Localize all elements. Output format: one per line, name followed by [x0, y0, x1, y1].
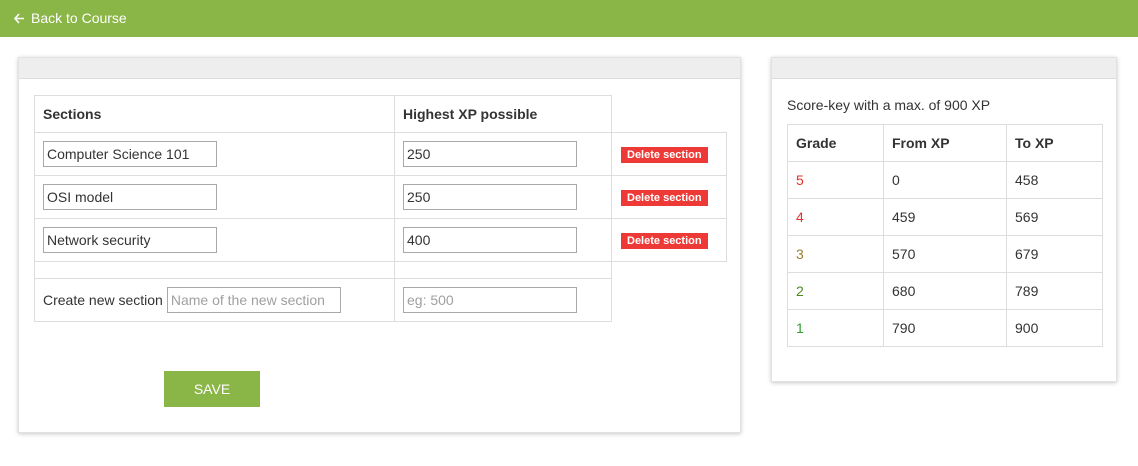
from-xp-cell: 680 — [883, 272, 1007, 310]
table-header-row: Sections Highest XP possible — [34, 95, 727, 133]
table-row: Delete section — [34, 218, 727, 262]
create-section-row: Create new section — [34, 278, 727, 322]
table-row: 5 0 458 — [787, 161, 1103, 199]
table-row: 4 459 569 — [787, 198, 1103, 236]
grade-column-header: Grade — [787, 124, 884, 162]
delete-section-button[interactable]: Delete section — [621, 147, 708, 163]
to-xp-cell: 458 — [1006, 161, 1103, 199]
new-section-name-input[interactable] — [166, 287, 341, 313]
table-row: 2 680 789 — [787, 272, 1103, 310]
to-xp-cell: 900 — [1006, 309, 1103, 347]
back-link-label: Back to Course — [31, 10, 127, 26]
table-row: 3 570 679 — [787, 235, 1103, 273]
from-xp-cell: 0 — [883, 161, 1007, 199]
create-section-label: Create new section — [43, 292, 163, 308]
score-key-table: Grade From XP To XP 5 0 458 4 459 569 3 … — [787, 124, 1103, 347]
to-xp-column-header: To XP — [1006, 124, 1103, 162]
spacer-row — [34, 261, 727, 279]
to-xp-cell: 789 — [1006, 272, 1103, 310]
save-button[interactable]: SAVE — [164, 371, 260, 407]
section-xp-input[interactable] — [403, 184, 577, 210]
delete-section-button[interactable]: Delete section — [621, 190, 708, 206]
top-bar: Back to Course — [0, 0, 1138, 37]
arrow-left-icon — [14, 12, 24, 24]
from-xp-cell: 570 — [883, 235, 1007, 273]
to-xp-cell: 679 — [1006, 235, 1103, 273]
section-xp-input[interactable] — [403, 141, 577, 167]
sections-column-header: Sections — [34, 95, 395, 133]
table-header-row: Grade From XP To XP — [787, 124, 1103, 162]
sections-card-header — [19, 58, 740, 79]
to-xp-cell: 569 — [1006, 198, 1103, 236]
xp-column-header: Highest XP possible — [394, 95, 612, 133]
back-to-course-link[interactable]: Back to Course — [14, 10, 127, 26]
table-row: Delete section — [34, 132, 727, 176]
section-xp-input[interactable] — [403, 227, 577, 253]
from-xp-cell: 459 — [883, 198, 1007, 236]
sections-card: Sections Highest XP possible Delete sect… — [18, 57, 741, 433]
delete-section-button[interactable]: Delete section — [621, 233, 708, 249]
from-xp-column-header: From XP — [883, 124, 1007, 162]
section-name-input[interactable] — [43, 227, 217, 253]
sections-table: Sections Highest XP possible Delete sect… — [34, 95, 727, 322]
from-xp-cell: 790 — [883, 309, 1007, 347]
table-row: 1 790 900 — [787, 309, 1103, 347]
section-name-input[interactable] — [43, 141, 217, 167]
section-name-input[interactable] — [43, 184, 217, 210]
grade-cell: 4 — [787, 198, 884, 236]
grade-cell: 3 — [787, 235, 884, 273]
score-key-card: Score-key with a max. of 900 XP Grade Fr… — [771, 57, 1117, 382]
new-section-xp-input[interactable] — [403, 287, 577, 313]
grade-cell: 5 — [787, 161, 884, 199]
grade-cell: 1 — [787, 309, 884, 347]
score-key-caption: Score-key with a max. of 900 XP — [787, 97, 991, 113]
grade-cell: 2 — [787, 272, 884, 310]
score-key-card-header — [772, 58, 1116, 79]
table-row: Delete section — [34, 175, 727, 219]
